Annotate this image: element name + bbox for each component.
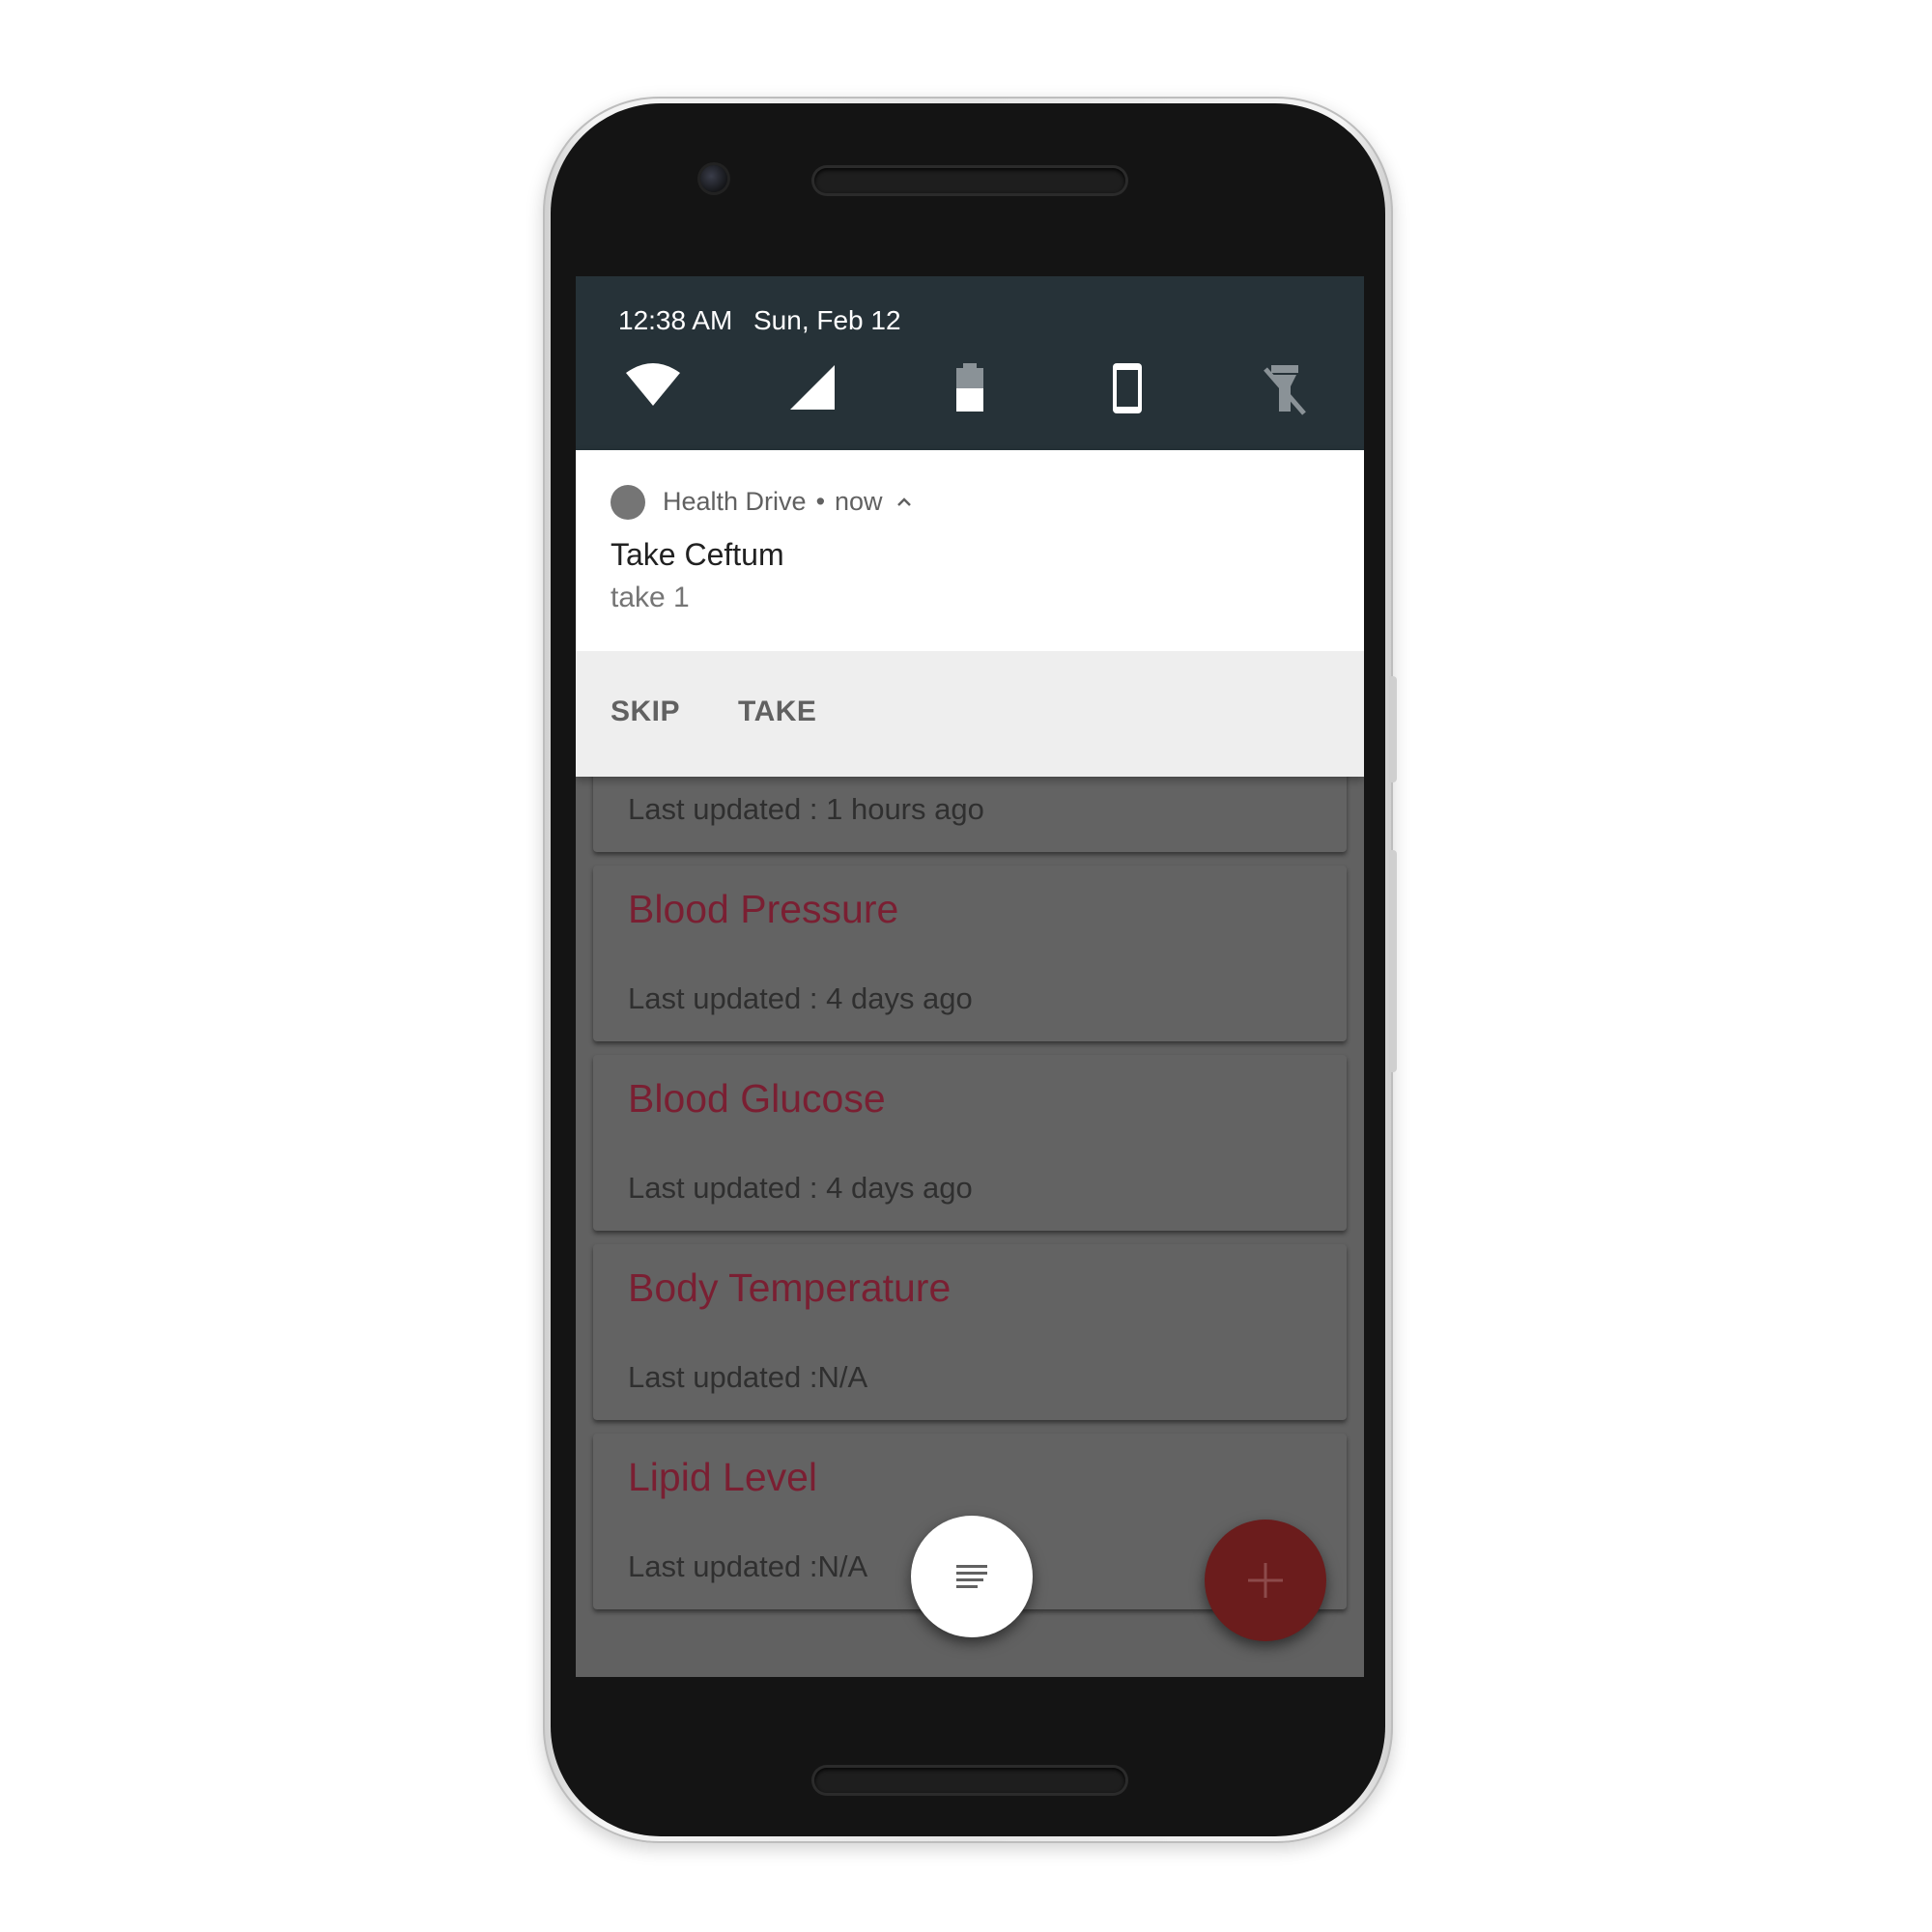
notification-title: Take Ceftum — [611, 537, 784, 572]
status-date[interactable]: Sun, Feb 12 — [753, 305, 901, 336]
wifi-icon[interactable] — [624, 359, 682, 417]
card-last-updated: Last updated : 4 days ago — [628, 1171, 973, 1205]
card-last-updated: Last updated : 4 days ago — [628, 981, 973, 1015]
card-title: Body Temperature — [628, 1265, 952, 1310]
card-title: Lipid Level — [628, 1455, 818, 1499]
battery-icon[interactable] — [941, 359, 999, 417]
notification-header[interactable]: Health Drive • now — [663, 487, 914, 517]
card-last-updated: Last updated :N/A — [628, 1549, 868, 1583]
list-item[interactable]: Blood Glucose Last updated : 4 days ago — [593, 1055, 1347, 1231]
notification-separator: • — [815, 487, 826, 516]
card-last-updated: Last updated :N/A — [628, 1360, 868, 1394]
card-last-updated: Last updated : 1 hours ago — [628, 792, 984, 826]
skip-button[interactable]: SKIP — [611, 696, 680, 728]
power-button — [1389, 676, 1397, 782]
notification-time: now — [835, 487, 883, 516]
plus-icon — [1248, 1563, 1283, 1598]
top-speaker — [814, 168, 1125, 193]
list-item[interactable]: Body Temperature Last updated :N/A — [593, 1244, 1347, 1420]
quick-settings-header: 12:38 AM Sun, Feb 12 — [576, 276, 1364, 450]
screen: 12:38 AM Sun, Feb 12 Last updated: 1 ho… — [576, 276, 1364, 1677]
take-button[interactable]: TAKE — [738, 696, 816, 728]
app-icon — [611, 485, 645, 520]
phone-icon[interactable] — [1098, 359, 1156, 417]
list-item[interactable]: Blood Pressure Last updated : 4 days ago — [593, 866, 1347, 1041]
add-record-fab-button[interactable] — [1205, 1520, 1326, 1641]
bottom-speaker — [814, 1768, 1125, 1793]
front-camera — [700, 165, 727, 192]
notification[interactable]: Health Drive • now Take Ceftum take 1 SK… — [576, 450, 1364, 777]
card-title: Blood Pressure — [628, 887, 899, 931]
chevron-up-icon[interactable] — [895, 493, 914, 512]
notification-app-name: Health Drive — [663, 487, 807, 516]
volume-button — [1389, 850, 1397, 1072]
flashlight-off-icon[interactable] — [1256, 359, 1314, 417]
cell-signal-icon[interactable] — [784, 359, 842, 417]
notes-icon — [956, 1565, 987, 1588]
status-time: 12:38 AM — [618, 305, 733, 335]
notification-actions: SKIP TAKE — [576, 651, 1364, 777]
notification-text: take 1 — [611, 582, 690, 613]
notes-fab-button[interactable] — [911, 1516, 1033, 1637]
card-title: Blood Glucose — [628, 1076, 886, 1121]
